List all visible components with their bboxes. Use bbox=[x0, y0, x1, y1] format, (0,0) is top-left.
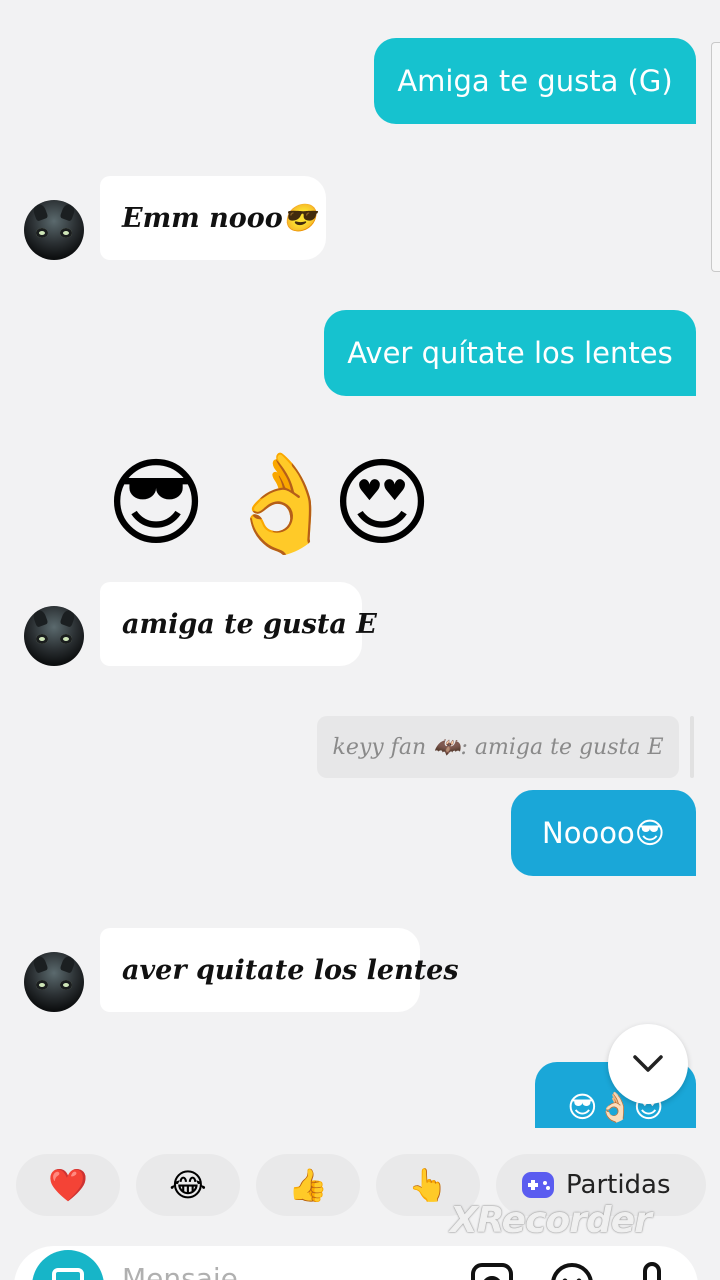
heart-icon: ❤️ bbox=[48, 1166, 88, 1204]
incoming-message[interactable]: amiga te gusta E bbox=[100, 582, 377, 666]
ok-hand-emoji[interactable]: 👌 bbox=[222, 455, 342, 551]
message-text: aver quitate los lentes bbox=[122, 954, 459, 986]
quote-text: keyy fan 🦇: amiga te gusta E bbox=[332, 734, 664, 760]
avatar[interactable] bbox=[24, 952, 84, 1012]
gallery-icon[interactable] bbox=[470, 1262, 514, 1280]
scrollbar[interactable] bbox=[711, 42, 720, 272]
reaction-laugh-button[interactable]: 😂 bbox=[136, 1154, 240, 1216]
message-text: amiga te gusta E bbox=[122, 608, 377, 640]
recorder-watermark: XRecorder bbox=[450, 1200, 652, 1241]
emoji-icon[interactable] bbox=[550, 1262, 594, 1280]
message-text: Noooo😎 bbox=[542, 815, 665, 850]
message-text: Emm nooo😎 bbox=[122, 203, 317, 234]
gamepad-icon bbox=[522, 1172, 554, 1198]
incoming-message[interactable]: Emm nooo😎 bbox=[100, 176, 326, 260]
reaction-thumbs-up-button[interactable]: 👍 bbox=[256, 1154, 360, 1216]
incoming-message[interactable]: aver quitate los lentes bbox=[100, 928, 459, 1012]
microphone-icon[interactable] bbox=[630, 1262, 674, 1280]
outgoing-message[interactable]: Noooo😎 bbox=[511, 790, 696, 876]
outgoing-message[interactable]: Aver quítate los lentes bbox=[324, 310, 696, 396]
laughing-icon: 😂 bbox=[169, 1166, 207, 1204]
sunglasses-emoji[interactable]: 😎 bbox=[106, 455, 206, 551]
heart-eyes-emoji[interactable]: 😍 bbox=[332, 455, 432, 551]
chevron-down-icon bbox=[633, 1055, 663, 1072]
reaction-heart-button[interactable]: ❤️ bbox=[16, 1154, 120, 1216]
partidas-label: Partidas bbox=[566, 1170, 671, 1200]
point-up-icon: 👆 bbox=[408, 1166, 448, 1204]
thumbs-up-icon: 👍 bbox=[288, 1166, 328, 1204]
outgoing-message[interactable]: Amiga te gusta (G) bbox=[374, 38, 696, 124]
message-text: Amiga te gusta (G) bbox=[397, 63, 673, 98]
message-text: Aver quítate los lentes bbox=[347, 335, 673, 370]
scroll-down-button[interactable] bbox=[608, 1024, 688, 1104]
message-input[interactable]: Mensaje bbox=[122, 1262, 238, 1280]
camera-icon bbox=[52, 1268, 84, 1280]
avatar[interactable] bbox=[24, 606, 84, 666]
chat-screen: Amiga te gusta (G) Emm nooo😎 Aver quítat… bbox=[0, 0, 720, 1280]
quoted-message[interactable]: keyy fan 🦇: amiga te gusta E bbox=[317, 716, 679, 778]
avatar[interactable] bbox=[24, 200, 84, 260]
quote-indicator bbox=[690, 716, 694, 778]
message-composer bbox=[14, 1246, 698, 1280]
